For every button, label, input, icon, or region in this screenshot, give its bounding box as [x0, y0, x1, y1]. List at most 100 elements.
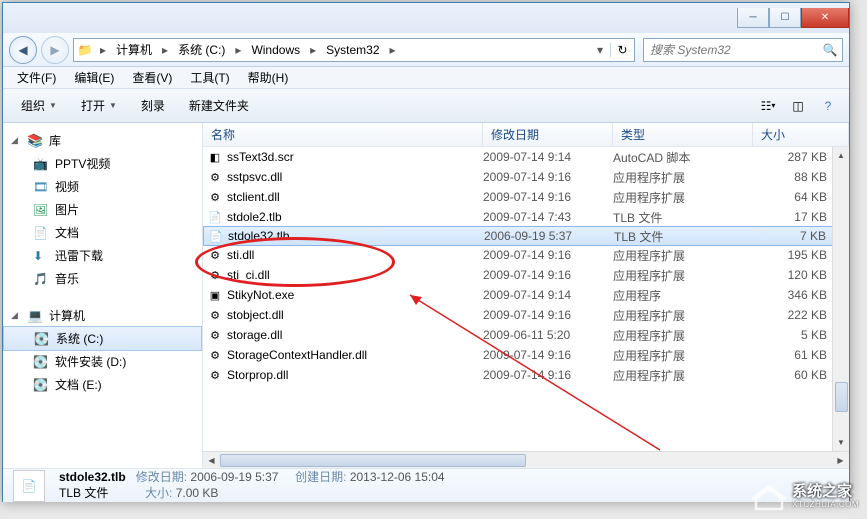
sidebar-item[interactable]: 🎞视频 [3, 175, 202, 198]
file-type: TLB 文件 [613, 209, 753, 226]
view-options-button[interactable]: ☷ ▾ [755, 95, 781, 117]
file-rows[interactable]: ◧ssText3d.scr2009-07-14 9:14AutoCAD 脚本28… [203, 147, 849, 451]
file-type: 应用程序扩展 [613, 307, 753, 324]
breadcrumb-dropdown[interactable]: ▾ [590, 43, 610, 57]
breadcrumb-seg[interactable]: 计算机 [110, 39, 158, 61]
menu-file[interactable]: 文件(F) [9, 67, 64, 88]
chevron-right-icon[interactable]: ▸ [306, 43, 320, 57]
open-button[interactable]: 打开▼ [71, 93, 127, 118]
drive-icon: 💽 [33, 355, 49, 369]
sidebar-item-drive[interactable]: 💽系统 (C:) [3, 326, 202, 351]
back-button[interactable]: ◀ [9, 36, 37, 64]
item-icon: 🖼 [33, 203, 49, 217]
burn-button[interactable]: 刻录 [131, 93, 175, 118]
navigation-pane[interactable]: ◢ 📚 库 📺PPTV视频🎞视频🖼图片📄文档⬇迅雷下载🎵音乐 ◢ 💻 计算机 💽… [3, 123, 203, 468]
search-input[interactable] [644, 43, 818, 57]
file-row[interactable]: ⚙sti.dll2009-07-14 9:16应用程序扩展195 KB [203, 245, 849, 265]
command-bar: 组织▼ 打开▼ 刻录 新建文件夹 ☷ ▾ ◫ ? [3, 89, 849, 123]
file-row[interactable]: ⚙sti_ci.dll2009-07-14 9:16应用程序扩展120 KB [203, 265, 849, 285]
search-box[interactable]: 🔍 [643, 38, 843, 62]
sidebar-item[interactable]: 📄文档 [3, 221, 202, 244]
breadcrumb-seg[interactable]: 系统 (C:) [172, 39, 231, 61]
sidebar-item[interactable]: 🎵音乐 [3, 267, 202, 290]
scroll-up-icon[interactable]: ▲ [833, 147, 849, 164]
collapse-icon[interactable]: ◢ [11, 310, 21, 321]
minimize-button[interactable]: ─ [737, 8, 769, 28]
vertical-scrollbar[interactable]: ▲ ▼ [832, 147, 849, 451]
computer-icon: 💻 [27, 308, 43, 324]
menu-help[interactable]: 帮助(H) [240, 67, 297, 88]
file-name: sstpsvc.dll [227, 170, 282, 184]
collapse-icon[interactable]: ◢ [11, 135, 21, 146]
file-row[interactable]: ⚙stobject.dll2009-07-14 9:16应用程序扩展222 KB [203, 305, 849, 325]
file-row[interactable]: ⚙Storprop.dll2009-07-14 9:16应用程序扩展60 KB [203, 365, 849, 385]
menu-view[interactable]: 查看(V) [124, 67, 180, 88]
sidebar-item-drive[interactable]: 💽软件安装 (D:) [3, 350, 202, 373]
file-icon: 📄 [207, 209, 223, 225]
maximize-button[interactable]: ☐ [769, 8, 801, 28]
file-date: 2009-07-14 7:43 [483, 210, 613, 224]
sidebar-item[interactable]: 📺PPTV视频 [3, 152, 202, 175]
menu-edit[interactable]: 编辑(E) [66, 67, 122, 88]
horizontal-scrollbar[interactable]: ◀ ▶ [203, 451, 849, 468]
sidebar-item[interactable]: 🖼图片 [3, 198, 202, 221]
new-folder-button[interactable]: 新建文件夹 [179, 93, 259, 118]
file-date: 2009-07-14 9:16 [483, 268, 613, 282]
file-row[interactable]: 📄stdole2.tlb2009-07-14 7:43TLB 文件17 KB [203, 207, 849, 227]
chevron-right-icon[interactable]: ▸ [158, 43, 172, 57]
file-date: 2009-06-11 5:20 [483, 328, 613, 342]
scroll-down-icon[interactable]: ▼ [833, 434, 849, 451]
file-row[interactable]: 📄stdole32.tlb2006-09-19 5:37TLB 文件7 KB [203, 226, 849, 246]
column-size[interactable]: 大小 [753, 123, 849, 146]
scroll-right-icon[interactable]: ▶ [832, 452, 849, 468]
file-name: StorageContextHandler.dll [227, 348, 367, 362]
file-row[interactable]: ⚙storage.dll2009-06-11 5:20应用程序扩展5 KB [203, 325, 849, 345]
file-row[interactable]: ▣StikyNot.exe2009-07-14 9:14应用程序346 KB [203, 285, 849, 305]
search-icon[interactable]: 🔍 [818, 43, 842, 57]
forward-button[interactable]: ▶ [41, 36, 69, 64]
file-name: Storprop.dll [227, 368, 288, 382]
sidebar-item[interactable]: ⬇迅雷下载 [3, 244, 202, 267]
tree-libraries[interactable]: ◢ 📚 库 [3, 129, 202, 152]
column-name[interactable]: 名称 [203, 123, 483, 146]
file-row[interactable]: ⚙StorageContextHandler.dll2009-07-14 9:1… [203, 345, 849, 365]
breadcrumb[interactable]: 📁 ▸ 计算机 ▸ 系统 (C:) ▸ Windows ▸ System32 ▸… [73, 38, 635, 62]
file-date: 2009-07-14 9:16 [483, 170, 613, 184]
column-type[interactable]: 类型 [613, 123, 753, 146]
file-row[interactable]: ⚙stclient.dll2009-07-14 9:16应用程序扩展64 KB [203, 187, 849, 207]
chevron-down-icon: ▼ [49, 101, 57, 110]
file-list-pane: 名称 修改日期 类型 大小 ◧ssText3d.scr2009-07-14 9:… [203, 123, 849, 468]
file-date: 2009-07-14 9:14 [483, 288, 613, 302]
breadcrumb-seg[interactable]: System32 [320, 39, 385, 61]
close-button[interactable]: ✕ [801, 8, 849, 28]
refresh-button[interactable]: ↻ [610, 43, 634, 57]
column-date[interactable]: 修改日期 [483, 123, 613, 146]
organize-button[interactable]: 组织▼ [11, 93, 67, 118]
nav-bar: ◀ ▶ 📁 ▸ 计算机 ▸ 系统 (C:) ▸ Windows ▸ System… [3, 33, 849, 67]
file-name: stdole32.tlb [228, 229, 289, 243]
scroll-thumb[interactable] [220, 454, 526, 467]
scroll-thumb[interactable] [835, 382, 848, 412]
file-row[interactable]: ⚙sstpsvc.dll2009-07-14 9:16应用程序扩展88 KB [203, 167, 849, 187]
title-bar[interactable]: ─ ☐ ✕ [3, 3, 849, 33]
chevron-right-icon[interactable]: ▸ [386, 43, 400, 57]
file-name: stclient.dll [227, 190, 280, 204]
file-name: ssText3d.scr [227, 150, 294, 164]
explorer-window: ─ ☐ ✕ ◀ ▶ 📁 ▸ 计算机 ▸ 系统 (C:) ▸ Windows ▸ … [2, 2, 850, 502]
details-pane: 📄 stdole32.tlb 修改日期: 2006-09-19 5:37 创建日… [3, 468, 849, 502]
file-icon: ⚙ [207, 247, 223, 263]
watermark-logo-icon [752, 483, 786, 511]
help-button[interactable]: ? [815, 95, 841, 117]
breadcrumb-seg[interactable]: Windows [245, 39, 306, 61]
chevron-right-icon[interactable]: ▸ [231, 43, 245, 57]
file-date: 2009-07-14 9:16 [483, 368, 613, 382]
scroll-left-icon[interactable]: ◀ [203, 452, 220, 468]
item-icon: 📺 [33, 157, 49, 171]
chevron-right-icon[interactable]: ▸ [96, 43, 110, 57]
sidebar-item-drive[interactable]: 💽文档 (E:) [3, 373, 202, 396]
preview-pane-button[interactable]: ◫ [785, 95, 811, 117]
status-filename: stdole32.tlb [59, 470, 126, 484]
menu-tools[interactable]: 工具(T) [182, 67, 237, 88]
tree-computer[interactable]: ◢ 💻 计算机 [3, 304, 202, 327]
file-row[interactable]: ◧ssText3d.scr2009-07-14 9:14AutoCAD 脚本28… [203, 147, 849, 167]
